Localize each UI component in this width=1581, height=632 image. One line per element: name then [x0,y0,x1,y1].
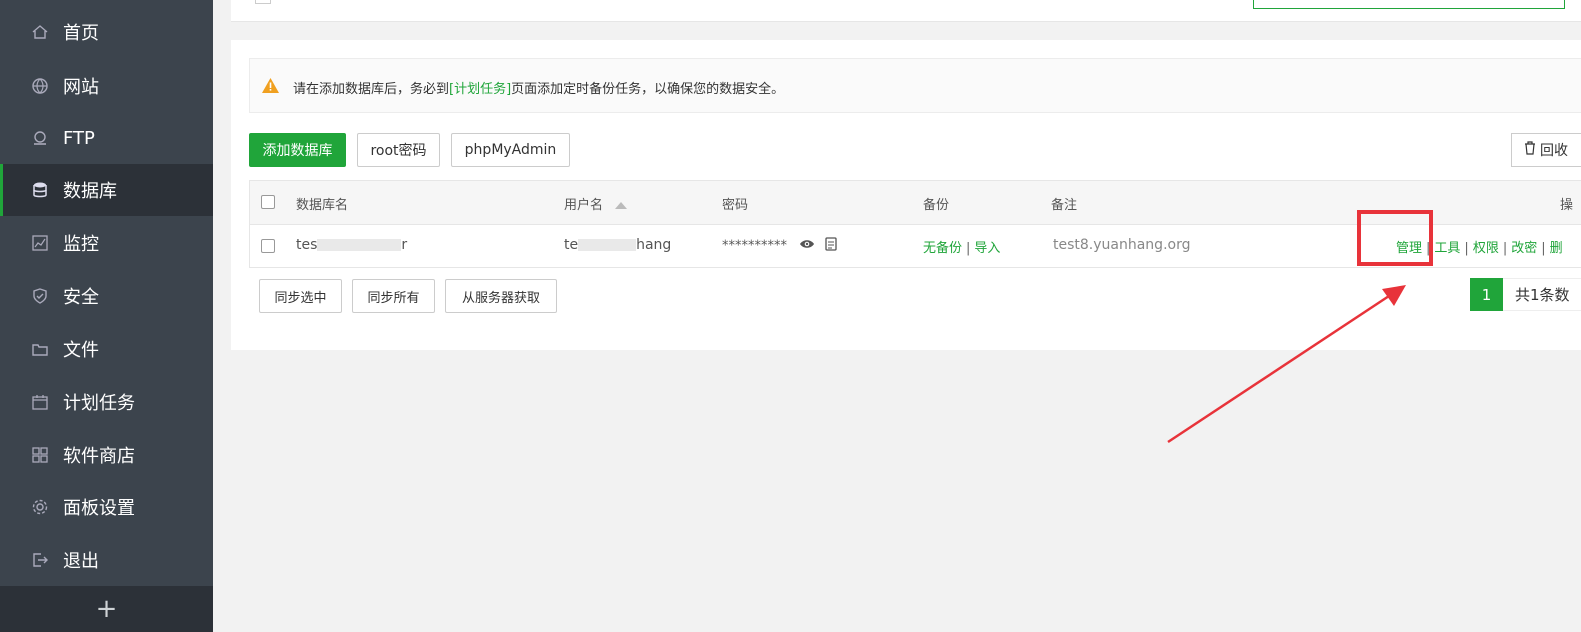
page-1-button[interactable]: 1 [1470,278,1503,311]
sidebar-item-website[interactable]: 网站 [0,60,213,112]
calendar-icon [30,392,50,412]
tools-link[interactable]: 工具 [1434,241,1460,256]
redacted-block [578,239,637,251]
globe-icon [30,76,50,96]
logout-icon [30,550,50,570]
sidebar-item-label: 退出 [63,551,99,572]
username-suffix: hang [636,237,672,253]
backup-cell: 无备份 | 导入 [923,241,1001,256]
sidebar-item-label: 首页 [63,23,99,44]
grid-icon [30,445,50,465]
home-icon [30,22,50,42]
notice-suffix: 页面添加定时备份任务，以确保您的数据安全。 [511,82,785,97]
gear-icon [30,497,50,517]
sidebar-item-security[interactable]: 安全 [0,270,213,322]
header-username-label: 用户名 [564,198,604,213]
phpmyadmin-button[interactable]: phpMyAdmin [451,133,570,167]
sync-all-button[interactable]: 同步所有 [352,279,435,313]
database-icon [30,180,50,200]
copy-icon[interactable] [825,237,837,255]
import-link[interactable]: 导入 [974,241,1000,256]
sidebar-item-store[interactable]: 软件商店 [0,429,213,481]
db-name-prefix: tes [296,237,318,253]
sidebar-item-label: 数据库 [63,181,117,202]
folder-icon [30,339,50,359]
header-username[interactable]: 用户名 [564,194,628,213]
change-password-link[interactable]: 改密 [1511,241,1537,256]
sidebar-item-database[interactable]: 数据库 [0,164,213,216]
sidebar-item-cron[interactable]: 计划任务 [0,376,213,428]
monitor-icon [30,233,50,253]
pager-total: 共1条数 [1503,278,1581,311]
redacted-block [317,239,402,251]
highlight-box [1357,210,1433,266]
db-name-cell: tes r [296,237,407,253]
notice-text: 请在添加数据库后，务必到[计划任务]页面添加定时备份任务，以确保您的数据安全。 [293,78,784,97]
recycle-label: 回收 [1540,143,1568,159]
shield-icon [30,286,50,306]
no-backup-link[interactable]: 无备份 [923,241,962,256]
top-checkbox[interactable] [255,0,271,4]
permissions-link[interactable]: 权限 [1473,241,1499,256]
sidebar-item-files[interactable]: 文件 [0,323,213,375]
header-db-name[interactable]: 数据库名 [296,194,348,213]
plus-icon: + [95,594,118,624]
password-cell: ********** [722,237,837,255]
add-database-button[interactable]: 添加数据库 [249,133,346,167]
sidebar-item-label: 软件商店 [63,446,135,467]
sort-asc-icon [615,198,628,213]
warning-icon [262,78,279,97]
username-prefix: te [564,237,579,253]
header-ops: 操 [1560,198,1574,213]
header-password: 密码 [722,198,749,213]
delete-link[interactable]: 删 [1550,241,1563,256]
db-name-suffix: r [401,237,408,253]
sidebar-item-label: 面板设置 [63,498,135,519]
sidebar-item-monitor[interactable]: 监控 [0,217,213,269]
header-backup: 备份 [923,198,950,213]
notice-prefix: 请在添加数据库后，务必到 [293,82,450,97]
recycle-bin-button[interactable]: 回收 [1511,133,1581,167]
sidebar-item-label: 计划任务 [63,393,135,414]
sidebar-item-logout[interactable]: 退出 [0,534,213,586]
note-cell[interactable]: test8.yuanhang.org [1053,237,1190,253]
row-checkbox[interactable] [261,239,275,253]
select-all-checkbox[interactable] [261,195,275,209]
sidebar-item-label: 文件 [63,340,99,361]
ftp-icon [30,128,50,148]
sidebar: 首页 网站 FTP 数据库 监控 安全 文件 计划任务 软件商店 面板设置 退出… [0,0,213,632]
sidebar-item-home[interactable]: 首页 [0,6,213,58]
sidebar-item-settings[interactable]: 面板设置 [0,481,213,533]
sidebar-item-label: 网站 [63,77,99,98]
password-mask: ********** [722,238,787,254]
cron-link[interactable]: [计划任务] [449,82,511,97]
fetch-from-server-button[interactable]: 从服务器获取 [445,279,557,313]
root-password-button[interactable]: root密码 [357,133,440,167]
sidebar-item-label: FTP [63,127,95,149]
username-cell: te hang [564,237,671,253]
trash-icon [1524,141,1536,159]
search-input[interactable] [1253,0,1565,9]
sync-selected-button[interactable]: 同步选中 [259,279,342,313]
backup-notice: 请在添加数据库后，务必到[计划任务]页面添加定时备份任务，以确保您的数据安全。 [249,58,1581,113]
sidebar-collapse-button[interactable]: + [0,586,213,632]
header-note: 备注 [1051,198,1078,213]
sidebar-item-label: 监控 [63,234,99,255]
sidebar-item-label: 安全 [63,287,99,308]
annotation-arrow [1167,285,1406,444]
sidebar-item-ftp[interactable]: FTP [0,112,213,164]
eye-icon[interactable] [799,238,815,254]
